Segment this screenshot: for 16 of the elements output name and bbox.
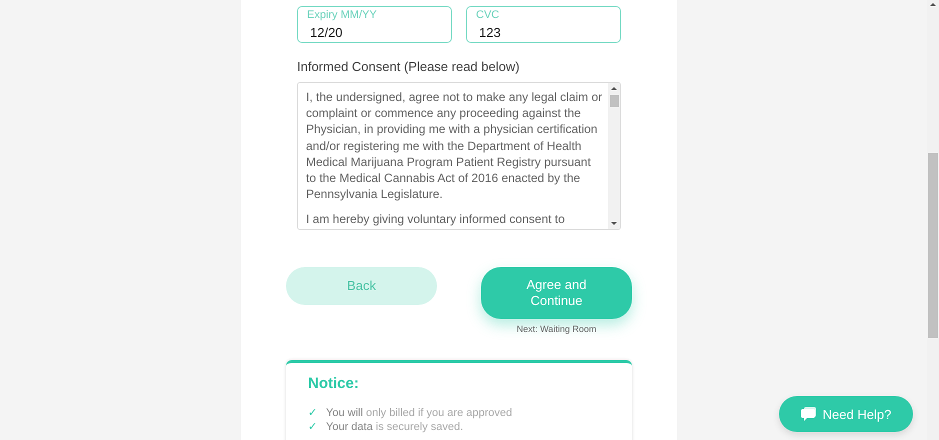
chat-icon (800, 407, 816, 421)
consent-paragraph: I am hereby giving voluntary informed consent to (306, 211, 566, 228)
check-icon: ✓ (308, 420, 317, 434)
consent-text-area[interactable] (297, 82, 621, 230)
consent-paragraph: I, the undersigned, agree not to make any legal claim or complaint or commence any proceeding against the Physician, in providing me with a physician certification and/or registering me with the Department of Health Medical Marijuana Program Patient Registry pursuant to the Medical Cannabis Act of 2016 enacted by the Pennsylvania Legislature. (306, 89, 604, 202)
check-icon: ✓ (308, 406, 317, 420)
notice-title: Notice: (308, 375, 360, 392)
field-label: CVC (476, 9, 500, 21)
need-help-button[interactable]: Need Help? (779, 396, 913, 432)
next-step-note: Next: Waiting Room (516, 324, 596, 334)
back-button[interactable]: Back (286, 267, 437, 305)
consent-label: Informed Consent (Please read below) (297, 59, 521, 74)
notice-text: Your data is securely saved. (326, 420, 464, 434)
notice-text: You will only billed if you are approved (326, 406, 512, 420)
agree-continue-button[interactable]: Agree and Continue (481, 267, 632, 319)
field-label: Expiry MM/YY (307, 9, 377, 21)
